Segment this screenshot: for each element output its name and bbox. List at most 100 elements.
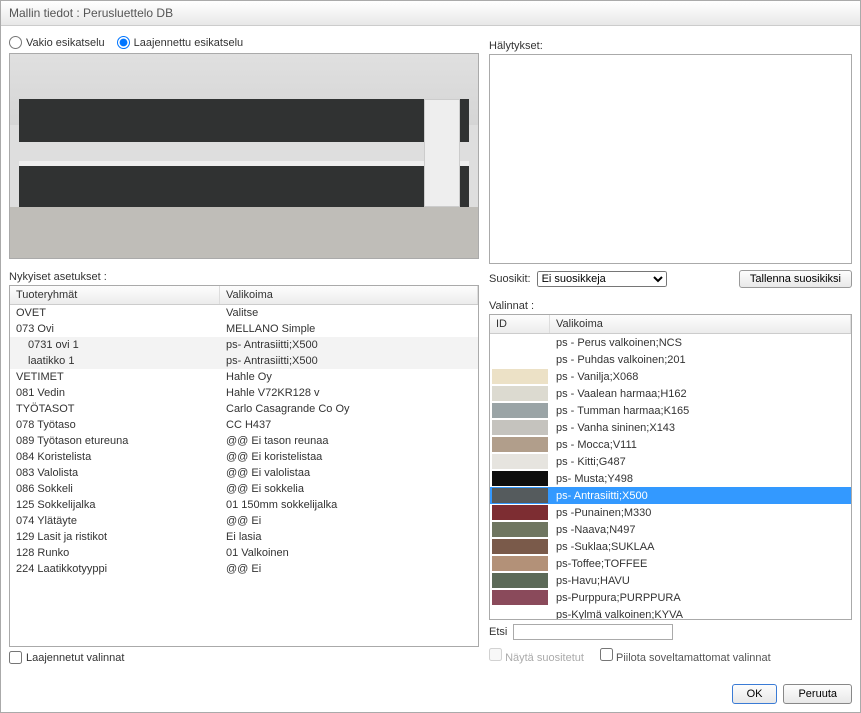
color-swatch [492, 539, 548, 554]
list-item[interactable]: ps-Havu;HAVU [490, 572, 851, 589]
preview-3d-image [9, 53, 479, 259]
settings-grid-body[interactable]: OVETValitse073 OviMELLANO Simple0731 ovi… [10, 305, 478, 646]
list-item[interactable]: ps -Naava;N497 [490, 521, 851, 538]
selection-label: ps-Havu;HAVU [552, 575, 851, 587]
cell-selection: @@ Ei koristelistaa [220, 450, 478, 464]
selections-grid: ID Valikoima ps - Perus valkoinen;NCSps … [489, 314, 852, 620]
list-item[interactable]: ps -Suklaa;SUKLAA [490, 538, 851, 555]
selection-label: ps - Puhdas valkoinen;201 [552, 354, 851, 366]
search-input[interactable] [513, 624, 673, 640]
table-row[interactable]: 078 TyötasoCC H437 [10, 417, 478, 433]
cell-product-group: 074 Ylätäyte [10, 514, 220, 528]
search-label: Etsi [489, 626, 507, 638]
save-favorite-button[interactable]: Tallenna suosikiksi [739, 270, 852, 288]
table-row[interactable]: 0731 ovi 1ps- Antrasiitti;X500 [10, 337, 478, 353]
list-item[interactable]: ps - Puhdas valkoinen;201 [490, 351, 851, 368]
table-row[interactable]: 125 Sokkelijalka01 150mm sokkelijalka [10, 497, 478, 513]
cell-selection: 01 Valkoinen [220, 546, 478, 560]
selection-label: ps - Perus valkoinen;NCS [552, 337, 851, 349]
table-row[interactable]: 128 Runko01 Valkoinen [10, 545, 478, 561]
cell-selection: ps- Antrasiitti;X500 [220, 338, 478, 352]
list-item[interactable]: ps - Vanilja;X068 [490, 368, 851, 385]
list-item[interactable]: ps - Vanha sininen;X143 [490, 419, 851, 436]
column-header-selection-right[interactable]: Valikoima [550, 315, 851, 333]
cell-selection: @@ Ei [220, 562, 478, 576]
list-item[interactable]: ps-Toffee;TOFFEE [490, 555, 851, 572]
color-swatch [492, 505, 548, 520]
cell-selection: Carlo Casagrande Co Oy [220, 402, 478, 416]
color-swatch [492, 573, 548, 588]
table-row[interactable]: OVETValitse [10, 305, 478, 321]
color-swatch [492, 369, 548, 384]
table-row[interactable]: TYÖTASOTCarlo Casagrande Co Oy [10, 401, 478, 417]
table-row[interactable]: 081 VedinHahle V72KR128 v [10, 385, 478, 401]
list-item[interactable]: ps- Antrasiitti;X500 [490, 487, 851, 504]
current-settings-label: Nykyiset asetukset : [9, 271, 479, 283]
cell-product-group: 081 Vedin [10, 386, 220, 400]
cell-selection: @@ Ei sokkelia [220, 482, 478, 496]
window-title: Mallin tiedot : Perusluettelo DB [1, 1, 860, 26]
alerts-textarea[interactable] [489, 54, 852, 264]
color-swatch [492, 335, 548, 350]
cell-product-group: 0731 ovi 1 [10, 338, 220, 352]
cell-selection: Hahle V72KR128 v [220, 386, 478, 400]
selection-label: ps-Purppura;PURPPURA [552, 592, 851, 604]
cell-product-group: 083 Valolista [10, 466, 220, 480]
selection-label: ps-Toffee;TOFFEE [552, 558, 851, 570]
ok-button[interactable]: OK [732, 684, 778, 704]
hide-unsuitable-checkbox[interactable] [600, 648, 613, 661]
cell-product-group: TYÖTASOT [10, 402, 220, 416]
color-swatch [492, 386, 548, 401]
table-row[interactable]: 083 Valolista@@ Ei valolistaa [10, 465, 478, 481]
cell-selection: @@ Ei valolistaa [220, 466, 478, 480]
column-header-selection[interactable]: Valikoima [220, 286, 478, 304]
selection-label: ps - Mocca;V111 [552, 439, 851, 451]
list-item[interactable]: ps-Kylmä valkoinen;KYVA [490, 606, 851, 619]
cell-selection: MELLANO Simple [220, 322, 478, 336]
radio-extended-input[interactable] [117, 36, 130, 49]
list-item[interactable]: ps - Vaalean harmaa;H162 [490, 385, 851, 402]
table-row[interactable]: 129 Lasit ja ristikotEi lasia [10, 529, 478, 545]
preview-mode-radios: Vakio esikatselu Laajennettu esikatselu [9, 34, 479, 53]
table-row[interactable]: 074 Ylätäyte@@ Ei [10, 513, 478, 529]
cell-selection: @@ Ei tason reunaa [220, 434, 478, 448]
selection-label: ps- Musta;Y498 [552, 473, 851, 485]
radio-extended-preview[interactable]: Laajennettu esikatselu [117, 36, 243, 49]
selections-grid-body[interactable]: ps - Perus valkoinen;NCS ps - Puhdas valk… [490, 334, 851, 619]
cell-product-group: 128 Runko [10, 546, 220, 560]
cell-selection: Hahle Oy [220, 370, 478, 384]
table-row[interactable]: 073 OviMELLANO Simple [10, 321, 478, 337]
radio-standard-input[interactable] [9, 36, 22, 49]
table-row[interactable]: 224 Laatikkotyyppi@@ Ei [10, 561, 478, 577]
table-row[interactable]: laatikko 1ps- Antrasiitti;X500 [10, 353, 478, 369]
column-header-id[interactable]: ID [490, 315, 550, 333]
table-row[interactable]: 084 Koristelista@@ Ei koristelistaa [10, 449, 478, 465]
hide-unsuitable-check[interactable]: Piilota soveltamattomat valinnat [600, 648, 771, 664]
radio-standard-preview[interactable]: Vakio esikatselu [9, 36, 105, 49]
column-header-product-groups[interactable]: Tuoteryhmät [10, 286, 220, 304]
table-row[interactable]: VETIMETHahle Oy [10, 369, 478, 385]
list-item[interactable]: ps-Purppura;PURPPURA [490, 589, 851, 606]
color-swatch [492, 454, 548, 469]
radio-standard-label: Vakio esikatselu [26, 37, 105, 49]
list-item[interactable]: ps - Tumman harmaa;K165 [490, 402, 851, 419]
table-row[interactable]: 086 Sokkeli@@ Ei sokkelia [10, 481, 478, 497]
list-item[interactable]: ps - Kitti;G487 [490, 453, 851, 470]
list-item[interactable]: ps- Musta;Y498 [490, 470, 851, 487]
cell-product-group: 078 Työtaso [10, 418, 220, 432]
list-item[interactable]: ps -Punainen;M330 [490, 504, 851, 521]
cell-product-group: 125 Sokkelijalka [10, 498, 220, 512]
color-swatch [492, 437, 548, 452]
favorites-dropdown[interactable]: Ei suosikkeja [537, 271, 667, 287]
list-item[interactable]: ps - Perus valkoinen;NCS [490, 334, 851, 351]
list-item[interactable]: ps - Mocca;V111 [490, 436, 851, 453]
table-row[interactable]: 089 Työtason etureuna@@ Ei tason reunaa [10, 433, 478, 449]
show-favorites-check: Näytä suositetut [489, 648, 584, 664]
extended-selections-checkbox[interactable] [9, 651, 22, 664]
hide-unsuitable-label: Piilota soveltamattomat valinnat [616, 652, 771, 664]
color-swatch [492, 403, 548, 418]
cell-product-group: VETIMET [10, 370, 220, 384]
selection-label: ps - Tumman harmaa;K165 [552, 405, 851, 417]
cancel-button[interactable]: Peruuta [783, 684, 852, 704]
alerts-label: Hälytykset: [489, 40, 852, 52]
